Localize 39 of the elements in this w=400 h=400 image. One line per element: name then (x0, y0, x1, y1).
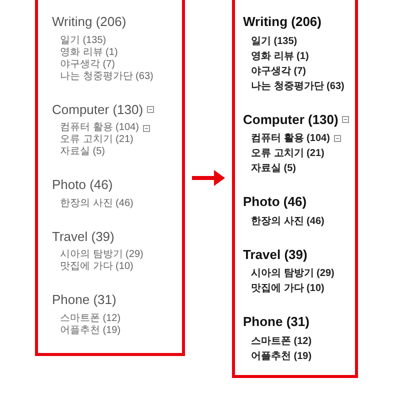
subcategory-link[interactable]: 맛집에 가다 (10) (60, 261, 134, 273)
subcategory-link[interactable]: 영화 리뷰 (1) (251, 50, 309, 62)
subcategory-link[interactable]: 스마트폰 (12) (60, 312, 121, 324)
category-heading[interactable]: Writing (206) (243, 12, 322, 32)
subcategory-link[interactable]: 자료실 (5) (251, 162, 296, 175)
category-heading[interactable]: Writing (206) (52, 12, 126, 32)
subcategory-link[interactable]: 시아의 탐방기 (29) (60, 249, 144, 261)
collapse-icon[interactable] (342, 116, 350, 123)
category-heading[interactable]: Travel (39) (243, 244, 308, 264)
category-heading[interactable]: Travel (39) (52, 226, 114, 246)
subcategory-link[interactable]: 나는 청중평가단 (63) (251, 80, 344, 92)
category-heading[interactable]: Computer (130) (243, 110, 338, 129)
subcategory-link[interactable]: 나는 청중평가단 (63) (60, 70, 154, 82)
category-heading[interactable]: Phone (31) (243, 312, 310, 332)
category-heading[interactable]: Computer (130) (52, 100, 144, 119)
subcategory-link[interactable]: 오류 고치기 (21) (251, 147, 324, 160)
subcategory-link[interactable]: 야구생각 (7) (60, 58, 115, 70)
subcategory-link[interactable]: 컴퓨터 활용 (104) (60, 122, 139, 134)
category-heading[interactable]: Photo (46) (52, 175, 113, 194)
collapse-icon[interactable] (334, 135, 341, 142)
subcategory-link[interactable]: 영화 리뷰 (1) (60, 46, 118, 58)
collapse-icon[interactable] (147, 106, 154, 113)
subcategory-link[interactable]: 시아의 탐방기 (29) (251, 267, 334, 280)
subcategory-link[interactable]: 컴퓨터 활용 (104) (251, 132, 330, 145)
subcategory-link[interactable]: 어플추천 (19) (60, 324, 121, 336)
subcategory-link[interactable]: 맛집에 가다 (10) (251, 282, 324, 295)
subcategory-link[interactable]: 한장의 사진 (46) (251, 214, 324, 228)
subcategory-link[interactable]: 자료실 (5) (60, 146, 105, 158)
subcategory-link[interactable]: 오류 고치기 (21) (60, 134, 134, 146)
subcategory-link[interactable]: 한장의 사진 (46) (60, 198, 134, 210)
subcategory-link[interactable]: 야구생각 (7) (251, 64, 306, 78)
subcategory-link[interactable]: 일기 (135) (60, 34, 106, 46)
collapse-icon[interactable] (142, 124, 150, 132)
category-heading[interactable]: Phone (31) (52, 290, 116, 310)
category-heading[interactable]: Photo (46) (243, 192, 307, 212)
subcategory-link[interactable]: 일기 (135) (251, 34, 298, 48)
arrow-icon (192, 169, 226, 187)
subcategory-link[interactable]: 스마트폰 (12) (251, 334, 312, 348)
subcategory-link[interactable]: 어플추천 (19) (251, 350, 312, 362)
